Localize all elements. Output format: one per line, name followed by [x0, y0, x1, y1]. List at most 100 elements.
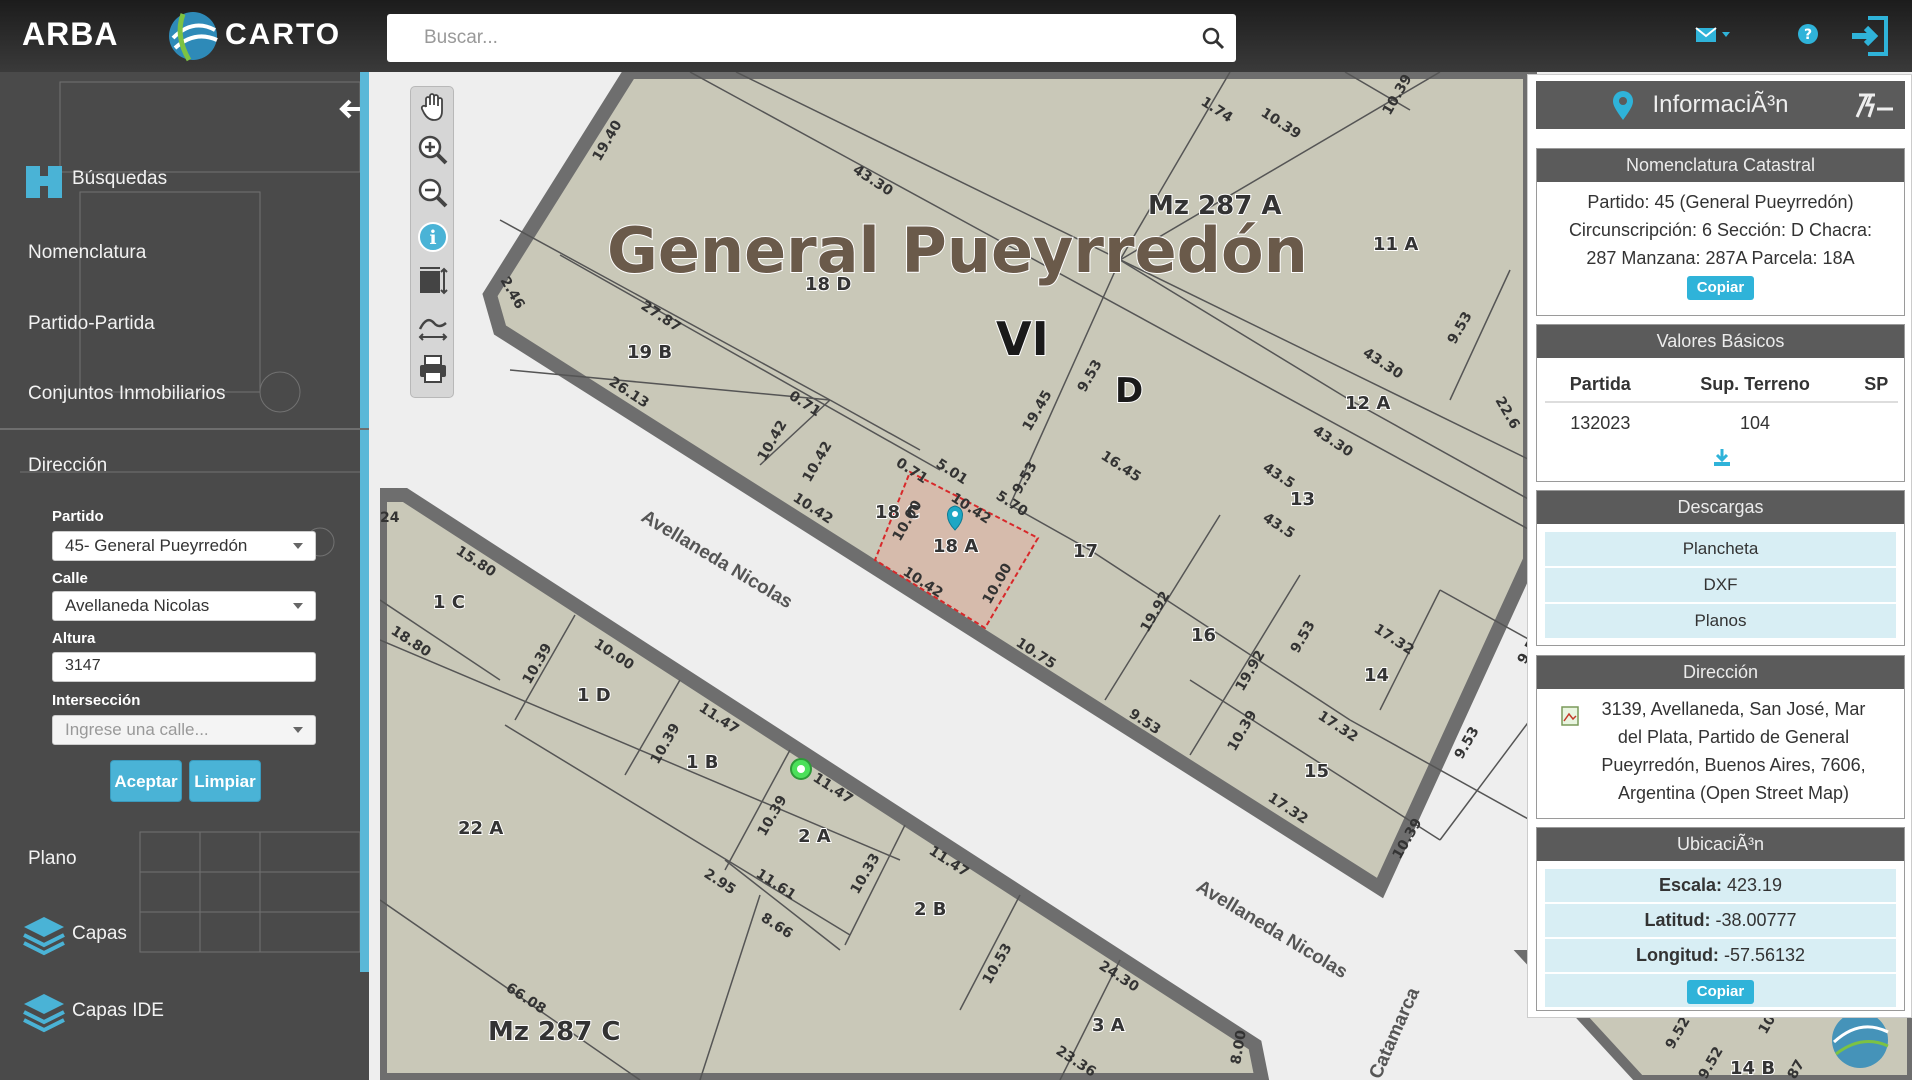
table-cell — [1854, 402, 1898, 438]
sidebar-item-label: Partido-Partida — [28, 313, 155, 334]
info-icon[interactable]: i — [417, 221, 449, 253]
valores-basicos-section: Valores Básicos Partida Sup. Terreno SP … — [1536, 324, 1905, 482]
pan-hand-icon[interactable] — [417, 91, 449, 123]
partido-select[interactable]: 45- General Pueyrredón — [52, 531, 316, 561]
svg-text:i: i — [429, 227, 436, 249]
parcel-label: 14 — [1364, 665, 1389, 686]
altura-label: Altura — [52, 630, 96, 647]
arba-logo[interactable]: ARBA — [22, 16, 118, 53]
street-label: Catamarca — [1365, 984, 1424, 1080]
logout-icon[interactable] — [1848, 14, 1890, 58]
chevron-down-icon — [293, 603, 303, 609]
latitud-row: Latitud: -38.00777 — [1545, 904, 1896, 937]
seccion-label: D — [1115, 371, 1143, 411]
nomenclatura-line: Partido: 45 (General Pueyrredón) — [1587, 192, 1854, 212]
sidebar: Búsquedas Nomenclatura Partido-Partida C… — [0, 72, 369, 1080]
sidebar-item-capas-ide[interactable]: Capas IDE — [23, 994, 164, 1033]
sidebar-scroll-edge[interactable] — [360, 72, 369, 972]
manzana-label: Mz 287 C — [488, 1017, 620, 1047]
direccion-line: Argentina (Open Street Map) — [1617, 783, 1850, 803]
print-icon[interactable] — [417, 353, 449, 385]
measure-icon[interactable] — [417, 309, 449, 341]
street-label: Avellaneda Nicolas — [637, 506, 796, 613]
binoculars-icon — [26, 166, 62, 198]
layers-ide-icon — [23, 994, 65, 1033]
download-plancheta-link[interactable]: Plancheta — [1545, 532, 1896, 566]
info-panel: InformaciÃ³n Nomenclatura Catastral Part… — [1527, 74, 1912, 1018]
dock-panel-icon[interactable] — [1853, 91, 1895, 119]
map-document-icon — [1561, 706, 1579, 726]
manzana-label: Mz 287 A — [1148, 191, 1282, 221]
help-icon[interactable]: ? — [1796, 20, 1820, 48]
calle-label: Calle — [52, 570, 88, 587]
column-header: Sup. Terreno — [1655, 366, 1855, 403]
zoom-out-icon[interactable] — [417, 177, 449, 209]
accept-button[interactable]: Aceptar — [110, 760, 182, 802]
sidebar-item-label: Nomenclatura — [28, 242, 147, 263]
info-panel-title: InformaciÃ³n — [1652, 91, 1789, 118]
parcel-label: 13 — [1290, 489, 1315, 510]
escala-value: 423.19 — [1727, 875, 1783, 895]
map-toolbar: i — [410, 86, 454, 398]
top-bar: ARBA CARTO ? — [0, 0, 1912, 72]
copy-ubicacion-button[interactable]: Copiar — [1686, 980, 1755, 1004]
parcel-label: 2 B — [914, 899, 947, 920]
parcel-label: 15 — [1304, 761, 1329, 782]
nomenclatura-line: 287 Manzana: 287A Parcela: 18A — [1586, 248, 1855, 268]
column-header: SP — [1854, 366, 1898, 403]
sidebar-item-capas[interactable]: Capas — [23, 917, 127, 956]
direccion-line: Pueyrredón, Buenos Aires, 7606, — [1601, 755, 1866, 775]
table-cell: 104 — [1740, 413, 1771, 433]
sidebar-item-busquedas[interactable]: Búsquedas — [26, 166, 168, 198]
carto-globe-icon — [169, 12, 218, 62]
mail-dropdown-icon[interactable] — [1694, 20, 1734, 48]
partido-select-value: 45- General Pueyrredón — [65, 536, 248, 555]
sidebar-item-label: Búsquedas — [72, 168, 168, 189]
svg-text:?: ? — [1804, 27, 1812, 43]
chevron-down-icon — [293, 543, 303, 549]
clear-button[interactable]: Limpiar — [189, 760, 261, 802]
circunscripcion-label: VI — [996, 312, 1049, 366]
zoom-in-icon[interactable] — [417, 134, 449, 166]
download-dxf-link[interactable]: DXF — [1545, 568, 1896, 602]
search-icon[interactable] — [1200, 25, 1226, 51]
sidebar-item-plano[interactable]: Plano — [28, 848, 77, 870]
parcel-label: 18 A — [933, 536, 978, 557]
sidebar-item-partido-partida[interactable]: Partido-Partida — [28, 313, 155, 335]
download-icon[interactable] — [1712, 447, 1732, 467]
direccion-line: del Plata, Partido de General — [1617, 727, 1850, 747]
calle-select[interactable]: Avellaneda Nicolas — [52, 591, 316, 621]
chevron-down-icon — [293, 727, 303, 733]
column-header: Partida — [1545, 366, 1656, 403]
address-point-icon[interactable] — [790, 758, 812, 780]
collapse-arrow-icon[interactable] — [338, 96, 364, 122]
copy-nomenclatura-button[interactable]: Copiar — [1686, 276, 1755, 300]
nomenclatura-line: Circunscripción: 6 Sección: D Chacra: — [1568, 220, 1873, 240]
parcel-label: 16 — [1191, 625, 1216, 646]
section-title: UbicaciÃ³n — [1537, 828, 1904, 861]
layers-icon — [23, 917, 65, 956]
altura-input[interactable]: 3147 — [52, 652, 316, 682]
longitud-label: Longitud: — [1635, 945, 1719, 965]
search-input[interactable] — [387, 14, 1187, 62]
sidebar-item-conjuntos[interactable]: Conjuntos Inmobiliarios — [28, 383, 226, 405]
location-pin-icon — [1613, 91, 1633, 120]
section-title: Nomenclatura Catastral — [1537, 149, 1904, 182]
interseccion-select[interactable]: Ingrese una calle... — [52, 715, 316, 745]
sidebar-item-direccion[interactable]: Dirección — [28, 455, 107, 477]
measure-label: 24 — [380, 510, 400, 526]
sidebar-item-label: Plano — [28, 848, 77, 869]
sidebar-item-label: Conjuntos Inmobiliarios — [28, 383, 226, 404]
escala-row: Escala: 423.19 — [1545, 869, 1896, 902]
parcel-label: 22 A — [458, 818, 503, 839]
parcel-label: 18 D — [805, 274, 851, 295]
partido-label: General Pueyrredón — [607, 214, 1308, 287]
zoom-extent-icon[interactable] — [417, 265, 449, 297]
table-row: 132023 104 — [1545, 402, 1898, 438]
download-planos-link[interactable]: Planos — [1545, 604, 1896, 638]
direccion-line: 3139, Avellaneda, San José, Mar — [1601, 699, 1866, 719]
interseccion-placeholder: Ingrese una calle... — [65, 720, 209, 739]
search-box — [387, 14, 1236, 62]
ubicacion-section: UbicaciÃ³n Escala: 423.19 Latitud: -38.0… — [1536, 827, 1905, 1011]
sidebar-item-nomenclatura[interactable]: Nomenclatura — [28, 242, 146, 264]
